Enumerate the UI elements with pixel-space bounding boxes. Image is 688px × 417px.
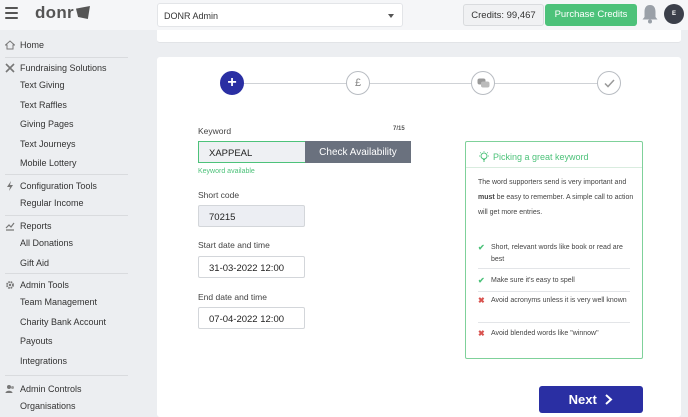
sidebar-item-charity-bank-account[interactable]: Charity Bank Account (0, 313, 144, 333)
tip-item: ✔ Make sure it's easy to spell (478, 276, 575, 285)
cross-icon: ✖ (478, 296, 485, 305)
sidebar-section-label: Reports (20, 221, 52, 231)
sidebar-section-label: Admin Controls (20, 384, 82, 394)
cross-icon: ✖ (478, 329, 485, 338)
sidebar-item-integrations[interactable]: Integrations (0, 352, 144, 372)
step-3-chat-icon[interactable] (471, 71, 495, 95)
sidebar-section-fundraising[interactable]: Fundraising Solutions (0, 60, 144, 76)
check-icon: ✔ (478, 243, 485, 252)
bell-icon[interactable] (641, 4, 659, 24)
sidebar-item-all-donations[interactable]: All Donations (0, 234, 144, 254)
users-icon (5, 385, 14, 393)
lightning-icon (7, 181, 13, 191)
step-2-pound-icon[interactable]: £ (346, 71, 370, 95)
keyword-status: Keyword available (198, 168, 255, 175)
sidebar-item-text-raffles[interactable]: Text Raffles (0, 96, 144, 116)
step-4-check-icon[interactable] (597, 71, 621, 95)
sidebar-item-payouts[interactable]: Payouts (0, 332, 144, 352)
sidebar-section-admin-tools[interactable]: Admin Tools (0, 277, 144, 293)
lightbulb-icon (479, 151, 489, 162)
sidebar-section-configuration[interactable]: Configuration Tools (0, 178, 144, 194)
start-date-label: Start date and time (198, 240, 270, 250)
top-bar: donr DONR Admin Credits: 99,467 Purchase… (0, 0, 688, 30)
sidebar-section-label: Fundraising Solutions (20, 63, 107, 73)
tips-intro: The word supporters send is very importa… (478, 179, 634, 216)
organisation-select[interactable]: DONR Admin (157, 3, 403, 27)
tools-icon (5, 63, 15, 73)
previous-card (157, 30, 681, 43)
tips-title: Picking a great keyword (493, 152, 589, 162)
sidebar-item-team-management[interactable]: Team Management (0, 293, 144, 313)
sidebar-section-admin-controls[interactable]: Admin Controls (0, 381, 144, 397)
check-availability-button[interactable]: Check Availability (305, 141, 411, 163)
keyword-character-count: 7/15 (393, 126, 405, 132)
purchase-credits-button[interactable]: Purchase Credits (545, 4, 637, 26)
end-date-label: End date and time (198, 292, 267, 302)
stepper-line (232, 83, 608, 84)
tip-item: ✖ Avoid blended words like "winnow" (478, 329, 599, 338)
chevron-right-icon (605, 394, 613, 405)
organisation-select-value: DONR Admin (164, 11, 219, 21)
short-code-label: Short code (198, 190, 240, 200)
keyword-tips-panel: Picking a great keyword The word support… (465, 141, 643, 359)
sidebar-section-label: Admin Tools (20, 280, 69, 290)
tip-item: ✖ Avoid acronyms unless it is very well … (478, 296, 627, 305)
menu-icon[interactable] (5, 7, 18, 19)
sidebar-item-mobile-lottery[interactable]: Mobile Lottery (0, 154, 144, 174)
tip-item: ✔ Short, relevant words like book or rea… (478, 243, 623, 263)
sidebar-section-label: Configuration Tools (20, 181, 97, 191)
keyword-input[interactable]: XAPPEAL (198, 141, 305, 163)
sidebar-item-label: Home (20, 40, 45, 50)
next-button[interactable]: Next (539, 386, 643, 413)
check-icon (603, 78, 615, 88)
end-date-input[interactable]: 07-04-2022 12:00 (198, 307, 305, 329)
sidebar-item-text-journeys[interactable]: Text Journeys (0, 135, 144, 155)
sidebar-item-organisations[interactable]: Organisations (0, 397, 144, 417)
short-code-field: 70215 (198, 205, 305, 227)
step-1-add[interactable]: + (220, 71, 244, 95)
check-icon: ✔ (478, 276, 485, 285)
chevron-down-icon (388, 14, 394, 18)
sidebar-item-giving-pages[interactable]: Giving Pages (0, 115, 144, 135)
sidebar-section-reports[interactable]: Reports (0, 218, 144, 234)
chat-icon (477, 78, 489, 87)
sidebar: Home Fundraising Solutions Text Giving T… (0, 30, 144, 417)
sidebar-item-gift-aid[interactable]: Gift Aid (0, 254, 144, 274)
sidebar-item-regular-income[interactable]: Regular Income (0, 194, 144, 214)
home-icon (5, 40, 15, 50)
credits-display: Credits: 99,467 (463, 4, 544, 26)
sidebar-item-text-giving[interactable]: Text Giving (0, 76, 144, 96)
chart-icon (5, 222, 15, 231)
avatar[interactable]: E (664, 4, 684, 24)
keyword-label: Keyword (198, 126, 232, 136)
logo[interactable]: donr (35, 3, 90, 23)
gear-icon (6, 281, 14, 289)
start-date-input[interactable]: 31-03-2022 12:00 (198, 256, 305, 278)
sidebar-item-home[interactable]: Home (0, 37, 144, 53)
